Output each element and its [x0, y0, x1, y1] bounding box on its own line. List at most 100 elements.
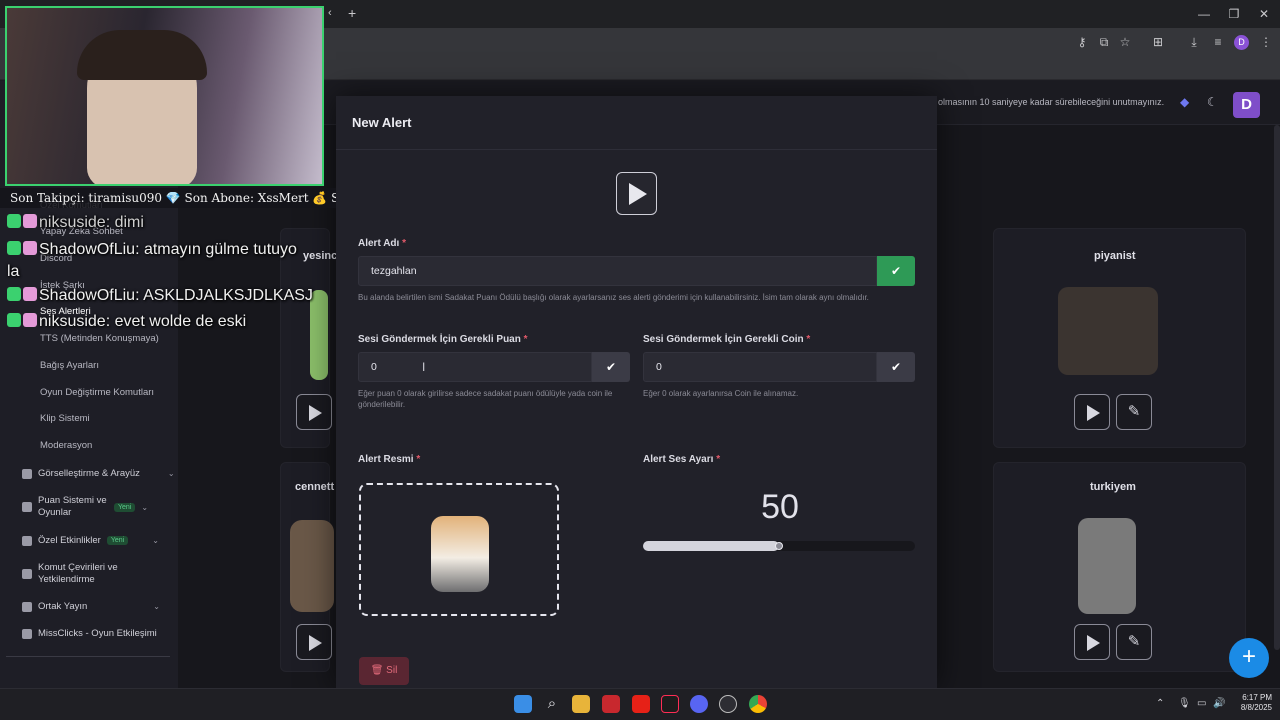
delete-button[interactable]: 🗑 Sil	[359, 657, 409, 685]
alert-play-button[interactable]	[1074, 394, 1110, 430]
tiktok-icon[interactable]	[661, 695, 679, 713]
discord-icon[interactable]: ◆	[1180, 96, 1194, 108]
chat-message: ShadowOfLiu: ASKLDJALKSJDLKASJ	[7, 287, 313, 305]
sidebar-group-komut-cevirileri[interactable]: Komut Çevirileri ve Yetkilendirme	[22, 562, 148, 586]
discord-taskbar-icon[interactable]	[690, 695, 708, 713]
chevron-down-icon: ⌄	[152, 536, 159, 545]
downloads-icon[interactable]: ⤓	[1186, 34, 1202, 50]
browser-profile-avatar[interactable]: D	[1234, 35, 1249, 50]
sidebar-item-klip[interactable]: Klip Sistemi	[40, 413, 90, 424]
badge-icon	[7, 241, 21, 255]
edit-icon: ✎	[1127, 403, 1141, 420]
microphone-icon[interactable]: 🎙	[1178, 698, 1191, 709]
sidebar-group-label: MissClicks - Oyun Etkileşimi	[38, 628, 157, 639]
browser-menu-icon[interactable]: ⋮	[1258, 34, 1274, 50]
password-key-icon[interactable]: ⚷	[1074, 34, 1090, 50]
sidebar-group-ortak-yayin[interactable]: Ortak Yayın ⌄	[22, 601, 160, 612]
chevron-down-icon: ⌄	[141, 502, 149, 512]
app-taskbar-icon[interactable]	[719, 695, 737, 713]
alert-name-help: Bu alanda belirtilen ismi Sadakat Puanı …	[358, 293, 869, 302]
sidebar-group-label: Komut Çevirileri ve Yetkilendirme	[38, 562, 118, 585]
coins-icon	[22, 502, 32, 512]
reading-list-icon[interactable]: ≡	[1210, 34, 1226, 50]
chat-message: ShadowOfLiu: atmayın gülme tutuyo	[7, 241, 297, 259]
alert-name-label: Alert Adı *	[358, 238, 406, 249]
preview-play-button[interactable]	[616, 172, 657, 215]
alert-card-image	[1078, 518, 1136, 614]
sidebar-group-gorsellestirme[interactable]: Görselleştirme & Arayüz ⌄	[22, 468, 175, 479]
webcam-overlay	[5, 6, 324, 186]
sidebar-group-label: Görselleştirme & Arayüz	[38, 468, 140, 479]
extensions-puzzle-icon[interactable]: ⊞	[1150, 34, 1166, 50]
alert-play-button[interactable]	[296, 394, 332, 430]
alert-card-title: cennett	[295, 481, 335, 493]
sidebar-group-puan-sistemi[interactable]: Puan Sistemi ve Oyunlar Yeni ⌄	[22, 495, 172, 519]
chrome-icon[interactable]	[749, 695, 767, 713]
bookmark-star-icon[interactable]: ☆	[1117, 34, 1133, 50]
keyboard-icon	[22, 569, 32, 579]
sidebar-group-missclicks[interactable]: MissClicks - Oyun Etkileşimi	[22, 628, 157, 639]
calendar-icon	[22, 535, 32, 546]
minimize-button[interactable]: —	[1196, 6, 1212, 22]
youtube-icon[interactable]	[632, 695, 650, 713]
coin-input[interactable]: 0	[643, 352, 877, 382]
chat-message: niksuside: evet wolde de eski	[7, 313, 246, 331]
file-explorer-icon[interactable]	[572, 695, 590, 713]
badge-icon	[7, 313, 21, 327]
volume-value: 50	[761, 488, 799, 526]
volume-label: Alert Ses Ayarı *	[643, 454, 721, 465]
alert-image-label: Alert Resmi *	[358, 454, 421, 465]
network-icon[interactable]: ▭	[1197, 698, 1206, 709]
points-check-icon[interactable]: ✔	[592, 352, 630, 382]
volume-slider-thumb[interactable]	[775, 542, 783, 550]
user-avatar[interactable]: D	[1233, 92, 1260, 118]
coin-check-icon[interactable]: ✔	[877, 352, 915, 382]
notice-text: olmasının 10 saniyeye kadar sürebileceği…	[938, 97, 1165, 107]
alert-play-button[interactable]	[296, 624, 332, 660]
tray-chevron-up-icon[interactable]: ⌃	[1156, 698, 1164, 709]
windows-start-icon[interactable]	[514, 695, 532, 713]
sidebar-group-label: Puan Sistemi ve Oyunlar	[38, 495, 107, 518]
new-badge: Yeni	[106, 536, 129, 545]
badge-icon	[23, 313, 37, 327]
alert-card-image	[290, 520, 334, 612]
tab-close-icon[interactable]: ‹	[328, 7, 332, 19]
volume-slider-fill	[643, 541, 779, 551]
badge-icon	[23, 214, 37, 228]
chat-message: la	[7, 263, 20, 280]
alert-play-button[interactable]	[1074, 624, 1110, 660]
sidebar-item-tts[interactable]: TTS (Metinden Konuşmaya)	[40, 333, 159, 344]
sidebar-item-oyun-degistirme[interactable]: Oyun Değiştirme Komutları	[40, 387, 154, 398]
search-icon[interactable]: ⌕	[543, 695, 561, 713]
window-close-button[interactable]: ✕	[1256, 6, 1272, 22]
alert-edit-button[interactable]: ✎	[1116, 394, 1152, 430]
coin-label: Sesi Göndermek İçin Gerekli Coin *	[643, 334, 811, 345]
sidebar-group-ozel-etkinlikler[interactable]: Özel Etkinlikler Yeni ⌄	[22, 535, 159, 546]
chevron-down-icon: ⌄	[153, 602, 160, 611]
chevron-down-icon: ⌄	[167, 469, 175, 478]
sidebar-group-label: Özel Etkinlikler	[38, 535, 101, 546]
install-app-icon[interactable]: ⧉	[1096, 34, 1112, 50]
restore-button[interactable]: ❐	[1226, 6, 1242, 22]
vegas-app-icon[interactable]	[602, 695, 620, 713]
alert-card-title: piyanist	[1094, 250, 1136, 262]
alert-edit-button[interactable]: ✎	[1116, 624, 1152, 660]
taskbar-clock[interactable]: 6:17 PM 8/8/2025	[1232, 693, 1272, 713]
add-alert-button[interactable]: +	[1229, 638, 1269, 678]
volume-icon[interactable]: 🔊	[1213, 698, 1225, 709]
sidebar-item-bagis[interactable]: Bağış Ayarları	[40, 360, 99, 371]
points-input[interactable]: 0	[358, 352, 592, 382]
sidebar-item-moderasyon[interactable]: Moderasyon	[40, 440, 92, 451]
alert-name-check-icon[interactable]: ✔	[877, 256, 915, 286]
users-icon	[22, 601, 32, 612]
edit-icon: ✎	[1127, 633, 1141, 650]
new-tab-button[interactable]: +	[348, 5, 356, 21]
modal-title: New Alert	[352, 115, 412, 130]
alert-name-input[interactable]: tezgahlan	[358, 256, 877, 286]
alert-card-title: turkiyem	[1090, 481, 1136, 493]
gamepad-icon	[22, 628, 32, 639]
streamer-hair	[77, 30, 207, 80]
page-scrollbar[interactable]	[1274, 125, 1280, 650]
dark-mode-moon-icon[interactable]: ☾	[1207, 95, 1221, 109]
coin-help: Eğer 0 olarak ayarlanırsa Coin ile alına…	[643, 389, 799, 398]
